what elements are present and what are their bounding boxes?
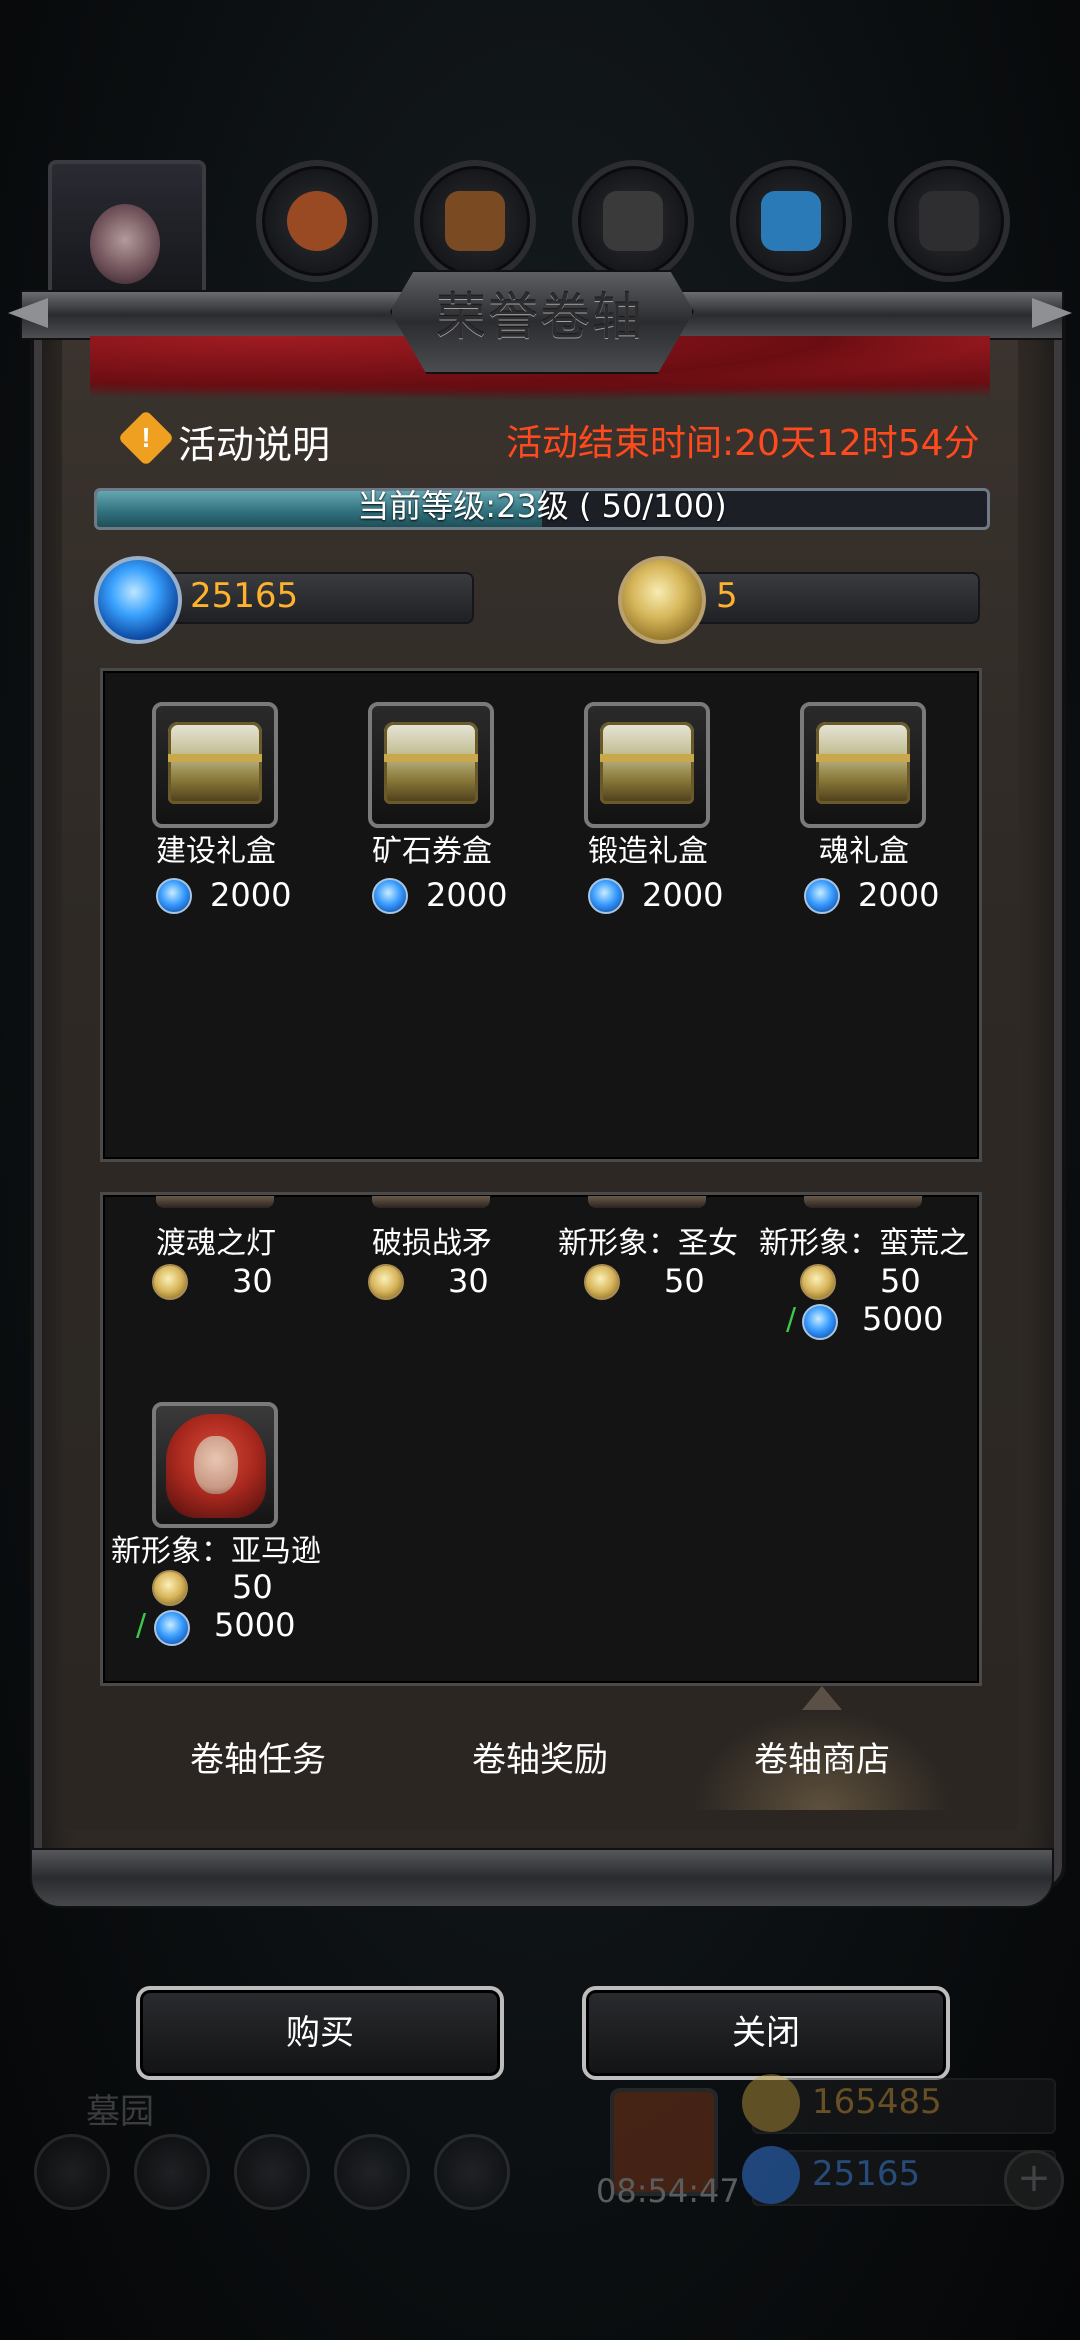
hud-gold: 165485	[812, 2082, 942, 2122]
coin-icon	[800, 1264, 836, 1300]
gem-icon	[372, 878, 408, 914]
shop-item-price: 50	[798, 1262, 1018, 1302]
shop-item-price: 50	[582, 1262, 802, 1302]
shop-item-name[interactable]: 渡魂之灯	[116, 1218, 316, 1262]
meat-resource-icon	[256, 160, 378, 282]
shop-item-price: 50	[150, 1568, 370, 1608]
reward-box-name: 锻造礼盒	[588, 834, 708, 869]
add-currency-button: +	[1004, 2150, 1064, 2210]
reward-box-name: 魂礼盒	[819, 834, 909, 869]
reward-box-name: 矿石券盒	[372, 834, 492, 869]
coin-icon	[584, 1264, 620, 1300]
buy-button[interactable]: 购买	[136, 1986, 504, 2080]
player-portrait	[48, 160, 206, 303]
shop-item-price: 30	[366, 1262, 586, 1302]
coin-icon	[152, 1570, 188, 1606]
treasure-chest-icon	[384, 722, 478, 804]
gold-icon	[742, 2074, 800, 2132]
hud-timer: 08:54:47	[596, 2172, 740, 2210]
gift-box-slot[interactable]	[152, 702, 278, 828]
tab-scroll-tasks[interactable]: 卷轴任务	[128, 1710, 388, 1810]
activity-info-link[interactable]: 活动说明	[178, 414, 330, 469]
wood-resource-icon	[414, 160, 536, 282]
reward-box-price: 2000	[366, 876, 586, 916]
gift-box-slot[interactable]	[368, 702, 494, 828]
gem-icon	[156, 878, 192, 914]
shop-item-alt-price: / 5000	[786, 1300, 944, 1340]
tab-scroll-rewards[interactable]: 卷轴奖励	[410, 1710, 670, 1810]
shop-item-alt-price: / 5000	[136, 1606, 296, 1646]
header-spike-right	[1032, 298, 1072, 328]
coin-icon	[618, 556, 706, 644]
shop-item-name[interactable]: 破损战矛	[332, 1218, 532, 1262]
close-button[interactable]: 关闭	[582, 1986, 950, 2080]
mail-icon	[334, 2134, 410, 2210]
gem-balance: 25165	[190, 576, 299, 616]
steel-resource-icon	[888, 160, 1010, 282]
reward-box-price: 2000	[798, 876, 1018, 916]
treasure-chest-icon	[600, 722, 694, 804]
treasure-chest-icon	[816, 722, 910, 804]
reward-box-name: 建设礼盒	[156, 834, 276, 869]
coin-icon	[368, 1264, 404, 1300]
reward-box-price: 2000	[582, 876, 802, 916]
hud-gems: 25165	[812, 2154, 921, 2194]
activity-end-time: 活动结束时间:20天12时54分	[506, 423, 980, 464]
location-label: 墓园	[86, 2092, 154, 2132]
map-icon	[434, 2134, 510, 2210]
crystal-resource-icon	[730, 160, 852, 282]
treasure-chest-icon	[168, 722, 262, 804]
gem-icon	[588, 878, 624, 914]
shop-item-name[interactable]: 新形象：蛮荒之	[756, 1218, 972, 1262]
gem-icon	[802, 1304, 838, 1340]
shop-item-name[interactable]: 新形象：圣女	[548, 1218, 748, 1262]
gift-box-slot[interactable]	[584, 702, 710, 828]
rank-icon	[234, 2134, 310, 2210]
gem-icon	[804, 878, 840, 914]
shop-item-price: 30	[150, 1262, 370, 1302]
header-spike-left	[8, 298, 48, 328]
level-progress-text: 当前等级:23级 ( 50/100)	[357, 487, 727, 525]
iron-resource-icon	[572, 160, 694, 282]
gift-box-slot[interactable]	[800, 702, 926, 828]
shop-item-name[interactable]: 新形象：亚马逊	[108, 1526, 324, 1570]
settings-icon	[34, 2134, 110, 2210]
panel-title: 荣誉卷轴	[436, 288, 644, 346]
coin-icon	[152, 1264, 188, 1300]
gem-icon	[742, 2146, 800, 2204]
amazon-portrait[interactable]	[152, 1402, 278, 1528]
coin-balance: 5	[716, 576, 738, 616]
gem-icon	[94, 556, 182, 644]
reward-box-price: 2000	[150, 876, 370, 916]
gem-icon	[154, 1610, 190, 1646]
guild-icon	[134, 2134, 210, 2210]
tab-scroll-shop[interactable]: 卷轴商店	[692, 1710, 952, 1810]
panel-bottom-ornament	[30, 1848, 1054, 1908]
